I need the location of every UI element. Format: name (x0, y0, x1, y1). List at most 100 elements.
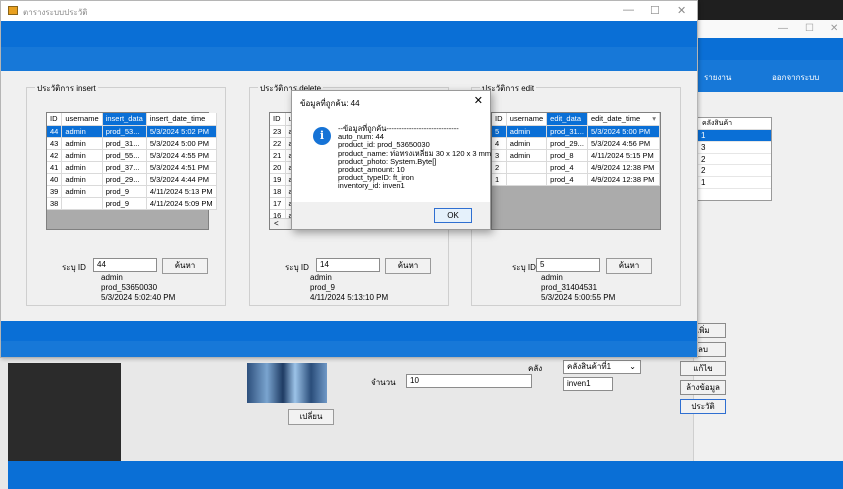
result-data: prod_31404531 (541, 283, 598, 292)
table-cell: 38 (47, 197, 63, 210)
table-cell: 42 (47, 149, 63, 162)
result-time: 5/3/2024 5:02:40 PM (101, 293, 176, 302)
minimize-button[interactable]: — (623, 4, 634, 16)
table-cell: 5/3/2024 5:00 PM (587, 125, 661, 138)
tab-logout[interactable]: ออกจากระบบ (772, 71, 819, 84)
table-cell: 5 (492, 125, 507, 138)
search-id-label: ระบุ ID (512, 263, 536, 272)
column-header[interactable]: ID (492, 113, 507, 126)
table-cell (61, 197, 103, 210)
table-row[interactable]: 39 admin prod_9 4/11/2024 5:13 PM (47, 185, 217, 198)
warehouse-select[interactable]: คลังสินค้าที่1 ⌄ (563, 360, 641, 374)
result-user: admin (101, 273, 123, 282)
close-button[interactable]: ✕ (677, 4, 686, 17)
result-data: prod_9 (310, 283, 335, 292)
info-icon: i (313, 127, 331, 145)
table-row[interactable]: 41 admin prod_37... 5/3/2024 4:51 PM (47, 161, 217, 174)
subheader-band (1, 47, 697, 71)
list-item[interactable]: 1 (698, 177, 771, 189)
inventory-field[interactable]: inven1 (563, 377, 613, 391)
table-row[interactable]: 5 admin prod_31... 5/3/2024 5:00 PM (492, 125, 661, 138)
table-row[interactable]: 2 prod_4 4/9/2024 12:38 PM (492, 161, 661, 174)
table-cell: 4 (492, 137, 507, 150)
delete-search-input[interactable]: 14 (316, 258, 380, 272)
table-cell: 5/3/2024 4:55 PM (146, 149, 217, 162)
warehouse-label: คลัง (528, 364, 543, 373)
quantity-field[interactable]: 10 (406, 374, 532, 388)
column-header[interactable]: insert_data (102, 113, 147, 126)
minimize-button[interactable]: — (778, 23, 788, 34)
insert-search-input[interactable]: 44 (93, 258, 157, 272)
edit-history-group: ประวัติการ edit ID username edit_data ed… (471, 82, 681, 306)
table-cell: 2 (492, 161, 507, 174)
edit-button[interactable]: แก้ไข (680, 361, 726, 376)
insert-search-button[interactable]: ค้นหา (162, 258, 208, 274)
change-photo-button[interactable]: เปลี่ยน (288, 409, 334, 425)
maximize-button[interactable]: ☐ (650, 4, 660, 17)
table-cell: 40 (47, 173, 63, 186)
history-button[interactable]: ประวัติ (680, 399, 726, 414)
edit-search-button[interactable]: ค้นหา (606, 258, 652, 274)
table-row[interactable]: 40 admin prod_29... 5/3/2024 4:44 PM (47, 173, 217, 186)
warehouse-list[interactable]: คลังสินค้า 1 3 2 2 1 (697, 117, 772, 201)
table-cell: prod_4 (546, 161, 588, 174)
table-cell: prod_4 (546, 173, 588, 186)
search-result-dialog: ข้อมูลที่ถูกค้น: 44 ✕ i --ข้อมูลที่ถูกค้… (291, 90, 491, 230)
table-row[interactable]: 4 admin prod_29... 5/3/2024 4:56 PM (492, 137, 661, 150)
edit-grid[interactable]: ID username edit_data edit_date_time ▾ 5… (491, 112, 661, 230)
search-id-label: ระบุ ID (62, 263, 86, 272)
table-row[interactable]: 3 admin prod_8 4/11/2024 5:15 PM (492, 149, 661, 162)
column-header[interactable]: ID (270, 113, 286, 126)
table-row[interactable]: 42 admin prod_55... 5/3/2024 4:55 PM (47, 149, 217, 162)
table-cell: 4/11/2024 5:15 PM (587, 149, 661, 162)
search-id-label: ระบุ ID (285, 263, 309, 272)
list-item[interactable]: 2 (698, 154, 771, 166)
insert-group-title: ประวัติการ insert (35, 82, 98, 95)
table-cell: prod_31... (546, 125, 588, 138)
table-cell: admin (506, 137, 548, 150)
column-header[interactable]: insert_date_time (146, 113, 217, 126)
table-cell: prod_53... (102, 125, 147, 138)
table-row[interactable]: 44 admin prod_53... 5/3/2024 5:02 PM (47, 125, 217, 138)
table-cell: prod_37... (102, 161, 147, 174)
list-item[interactable]: 1 (698, 130, 771, 142)
insert-grid[interactable]: ID username insert_data insert_date_time… (46, 112, 217, 230)
background-window-frame (694, 0, 843, 20)
table-cell: prod_31... (102, 137, 147, 150)
chevron-down-icon: ⌄ (629, 362, 636, 371)
scroll-left-arrow[interactable]: < (274, 219, 279, 228)
background-bottom-band (8, 461, 843, 489)
delete-search-button[interactable]: ค้นหา (385, 258, 431, 274)
table-row[interactable]: 38 prod_9 4/11/2024 5:09 PM (47, 197, 217, 210)
table-cell: 23 (270, 125, 286, 138)
table-row[interactable]: 1 prod_4 4/9/2024 12:38 PM (492, 173, 661, 186)
column-header[interactable]: edit_data (546, 113, 588, 126)
column-header[interactable]: username (61, 113, 103, 126)
edit-search-input[interactable]: 5 (536, 258, 600, 272)
clear-button[interactable]: ล้างข้อมูล (680, 380, 726, 395)
table-row[interactable]: 43 admin prod_31... 5/3/2024 5:00 PM (47, 137, 217, 150)
column-header[interactable]: username (506, 113, 548, 126)
table-cell: prod_55... (102, 149, 147, 162)
column-header[interactable]: edit_date_time ▾ (587, 113, 661, 126)
table-cell: 5/3/2024 4:56 PM (587, 137, 661, 150)
window-title: ตารางระบบประวัติ (23, 8, 88, 17)
close-button[interactable]: ✕ (830, 23, 838, 34)
result-data: prod_53650030 (101, 283, 158, 292)
close-icon[interactable]: ✕ (474, 94, 483, 107)
list-item[interactable]: 3 (698, 142, 771, 154)
table-cell: prod_29... (102, 173, 147, 186)
ok-button[interactable]: OK (434, 208, 472, 223)
footer-subband (1, 341, 697, 357)
background-header-band (694, 38, 843, 60)
table-cell: admin (506, 125, 548, 138)
product-photo (247, 363, 327, 403)
table-cell: 5/3/2024 4:44 PM (146, 173, 217, 186)
list-item[interactable]: 2 (698, 165, 771, 178)
tab-report[interactable]: รายงาน (704, 71, 731, 84)
table-cell: 17 (270, 197, 286, 210)
table-cell: admin (61, 137, 103, 150)
column-header[interactable]: ID (47, 113, 63, 126)
maximize-button[interactable]: ☐ (805, 23, 814, 34)
background-nav-band: รายงาน ออกจากระบบ (694, 60, 843, 92)
